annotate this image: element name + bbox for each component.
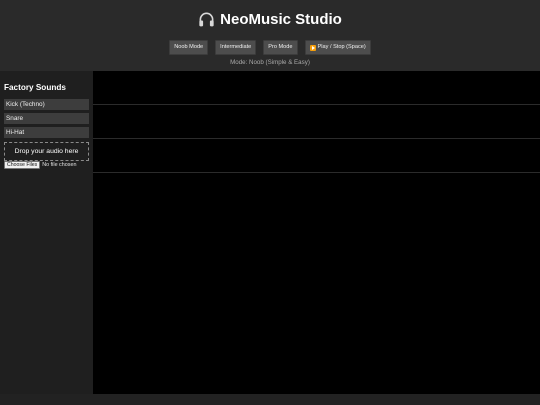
file-status: No file chosen — [42, 162, 77, 168]
app-window: NeoMusic Studio Noob Mode Intermediate P… — [0, 0, 540, 405]
play-stop-button[interactable]: Play / Stop (Space) — [304, 40, 371, 55]
play-icon — [309, 44, 316, 51]
track-lane-3[interactable] — [93, 139, 540, 173]
footer-bar — [0, 394, 540, 405]
sidebar-title: Factory Sounds — [4, 83, 66, 92]
header: NeoMusic Studio Noob Mode Intermediate P… — [0, 0, 540, 71]
choose-files-button[interactable]: Choose Files — [4, 161, 41, 169]
audio-drop-zone[interactable]: Drop your audio here — [4, 142, 89, 161]
sound-list: Kick (Techno) Snare Hi-Hat — [4, 99, 89, 141]
sidebar: Factory Sounds Kick (Techno) Snare Hi-Ha… — [0, 71, 93, 394]
app-title-text: NeoMusic Studio — [220, 11, 342, 28]
sound-item-kick[interactable]: Kick (Techno) — [4, 99, 89, 110]
track-lane-1[interactable] — [93, 71, 540, 105]
file-input: Choose Files No file chosen — [4, 161, 76, 169]
pro-mode-button[interactable]: Pro Mode — [263, 40, 298, 55]
noob-mode-button[interactable]: Noob Mode — [169, 40, 209, 55]
sound-item-hihat[interactable]: Hi-Hat — [4, 127, 89, 138]
app-title: NeoMusic Studio — [0, 11, 540, 28]
headphones-icon — [199, 12, 214, 27]
intermediate-mode-button[interactable]: Intermediate — [215, 40, 257, 55]
sound-item-snare[interactable]: Snare — [4, 113, 89, 124]
mode-status: Mode: Noob (Simple & Easy) — [230, 59, 310, 66]
mode-toolbar: Noob Mode Intermediate Pro Mode Play / S… — [0, 40, 540, 55]
play-stop-label: Play / Stop (Space) — [317, 44, 366, 50]
timeline-canvas[interactable] — [93, 71, 540, 394]
track-lane-2[interactable] — [93, 105, 540, 139]
